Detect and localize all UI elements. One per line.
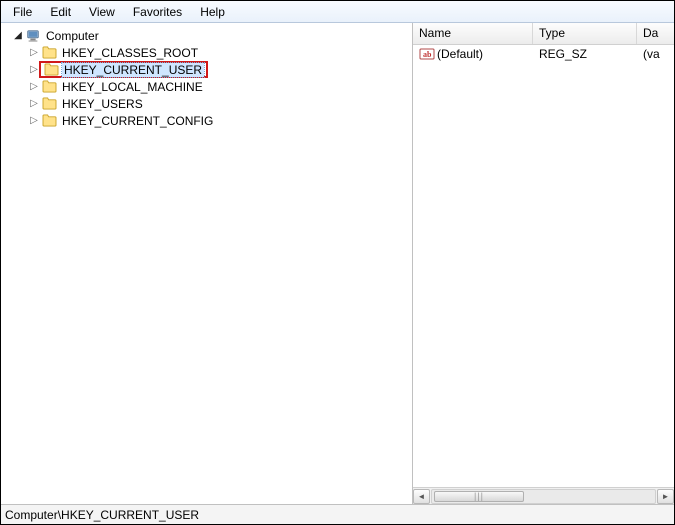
string-value-icon: ab (419, 46, 435, 62)
main-area: ◢ Computer ▷ HKEY_CLASSES_ROOT ▷ HKEY_CU (1, 23, 674, 504)
menu-favorites[interactable]: Favorites (125, 3, 190, 21)
menu-bar: File Edit View Favorites Help (1, 1, 674, 23)
column-header-data[interactable]: Da (637, 23, 674, 44)
expander-icon[interactable]: ▷ (27, 81, 41, 92)
list-body[interactable]: ab (Default) REG_SZ (va (413, 45, 674, 487)
annotation-highlight: HKEY_CURRENT_USER (39, 61, 208, 78)
scroll-thumb[interactable]: ||| (434, 491, 524, 502)
tree-item-hkey-users[interactable]: ▷ HKEY_USERS (1, 95, 412, 112)
tree-pane[interactable]: ◢ Computer ▷ HKEY_CLASSES_ROOT ▷ HKEY_CU (1, 23, 413, 504)
expander-open-icon[interactable]: ◢ (11, 30, 25, 41)
folder-icon (41, 79, 57, 95)
tree-item-hkey-current-config[interactable]: ▷ HKEY_CURRENT_CONFIG (1, 112, 412, 129)
expander-icon[interactable]: ▷ (27, 115, 41, 126)
column-header-type[interactable]: Type (533, 23, 637, 44)
svg-text:ab: ab (423, 50, 432, 59)
list-header[interactable]: Name Type Da (413, 23, 674, 45)
tree-item-label: HKEY_CURRENT_CONFIG (60, 114, 215, 128)
tree-root[interactable]: ◢ Computer (1, 27, 412, 44)
folder-icon (41, 45, 57, 61)
expander-icon[interactable]: ▷ (27, 98, 41, 109)
tree-item-label: HKEY_CLASSES_ROOT (60, 46, 200, 60)
list-cell-name: (Default) (437, 47, 483, 61)
scroll-left-arrow-icon[interactable]: ◄ (413, 489, 430, 504)
computer-icon (25, 28, 41, 44)
list-row[interactable]: ab (Default) REG_SZ (va (413, 45, 674, 63)
scroll-right-arrow-icon[interactable]: ► (657, 489, 674, 504)
menu-help[interactable]: Help (192, 3, 233, 21)
tree-root-label: Computer (44, 29, 101, 43)
tree-item-label: HKEY_CURRENT_USER (62, 63, 204, 77)
tree-item-hkey-current-user[interactable]: ▷ HKEY_CURRENT_USER (1, 61, 412, 78)
menu-edit[interactable]: Edit (42, 3, 79, 21)
expander-icon[interactable]: ▷ (27, 47, 41, 58)
menu-view[interactable]: View (81, 3, 123, 21)
folder-icon (43, 62, 59, 78)
menu-file[interactable]: File (5, 3, 40, 21)
folder-icon (41, 113, 57, 129)
status-bar: Computer\HKEY_CURRENT_USER (1, 504, 674, 524)
tree-item-hkey-local-machine[interactable]: ▷ HKEY_LOCAL_MACHINE (1, 78, 412, 95)
list-pane: Name Type Da ab (Default) REG_SZ (va ◄ |… (413, 23, 674, 504)
tree-item-hkey-classes-root[interactable]: ▷ HKEY_CLASSES_ROOT (1, 44, 412, 61)
list-cell-type: REG_SZ (533, 47, 637, 61)
list-cell-data: (va (637, 47, 674, 61)
column-header-name[interactable]: Name (413, 23, 533, 44)
folder-icon (41, 96, 57, 112)
scroll-track[interactable]: ||| (431, 489, 656, 504)
tree-item-label: HKEY_LOCAL_MACHINE (60, 80, 205, 94)
status-path: Computer\HKEY_CURRENT_USER (5, 508, 199, 522)
horizontal-scrollbar[interactable]: ◄ ||| ► (413, 487, 674, 504)
tree-item-label: HKEY_USERS (60, 97, 145, 111)
